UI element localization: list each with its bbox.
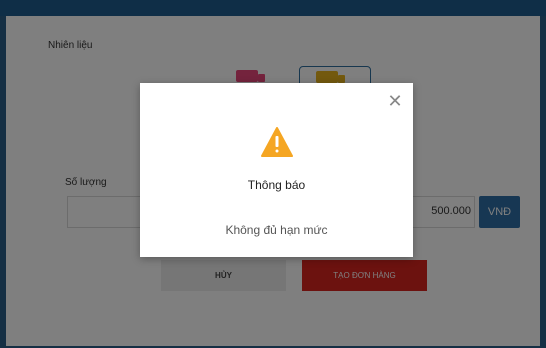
warning-icon bbox=[261, 127, 293, 157]
close-icon[interactable]: ✕ bbox=[387, 92, 403, 110]
dialog-title: Thông báo bbox=[247, 178, 306, 192]
dialog-message: Không đủ hạn mức bbox=[225, 223, 328, 237]
alert-dialog: ✕ Thông báo Không đủ hạn mức bbox=[140, 83, 413, 257]
